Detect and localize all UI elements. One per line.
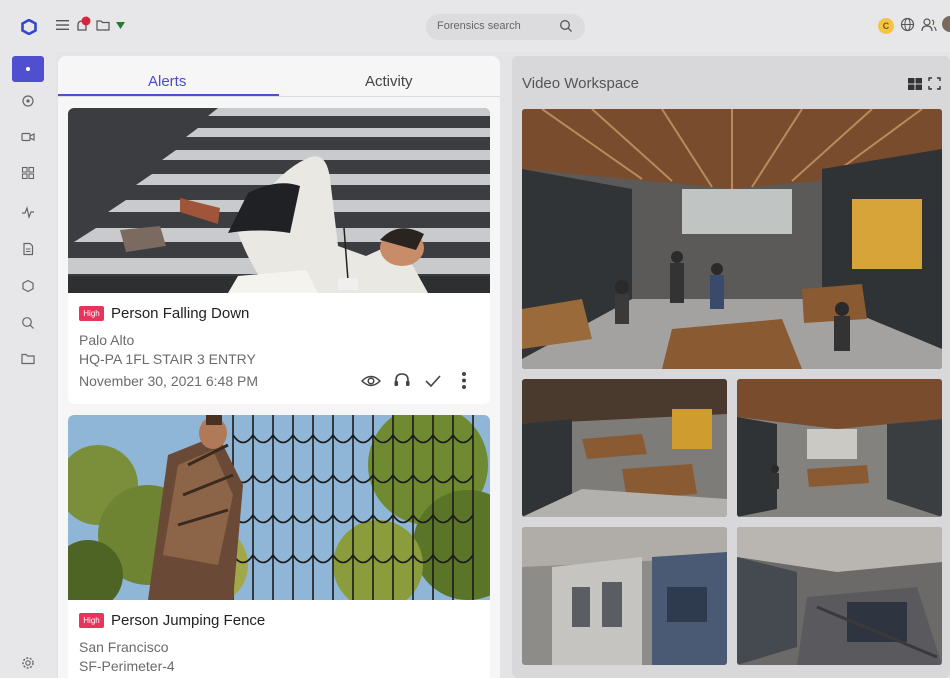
- left-sidebar: [0, 52, 56, 678]
- gear-icon[interactable]: [21, 656, 35, 670]
- top-bar: Forensics search C: [0, 0, 950, 52]
- activity-icon[interactable]: [21, 205, 35, 219]
- users-icon[interactable]: [921, 17, 937, 32]
- alert-camera: HQ-PA 1FL STAIR 3 ENTRY: [79, 351, 256, 367]
- alert-timestamp: November 30, 2021 6:48 PM: [79, 373, 258, 389]
- folder-icon[interactable]: [21, 352, 35, 366]
- camera-icon[interactable]: [21, 130, 35, 144]
- camera-feed-main[interactable]: [522, 109, 942, 369]
- tab-activity[interactable]: Activity: [365, 73, 413, 90]
- camera-feed-5[interactable]: [737, 527, 942, 665]
- org-badge[interactable]: C: [878, 18, 894, 34]
- avatar[interactable]: [942, 16, 950, 33]
- folder-icon[interactable]: [96, 19, 110, 31]
- search-icon[interactable]: [559, 19, 573, 33]
- workspace-title: Video Workspace: [522, 75, 640, 92]
- alert-title: Person Jumping Fence: [111, 612, 266, 629]
- hexagon-icon[interactable]: [21, 279, 35, 293]
- alert-title: Person Falling Down: [111, 305, 250, 322]
- headset-icon[interactable]: [393, 371, 411, 390]
- alerts-panel: Alerts Activity High Person Falling Down…: [58, 56, 500, 678]
- tab-divider: [58, 96, 500, 97]
- alert-thumbnail[interactable]: [68, 415, 490, 600]
- notifications-bell-icon[interactable]: [74, 16, 92, 34]
- camera-feed-2[interactable]: [522, 379, 727, 517]
- camera-feed-3[interactable]: [737, 379, 942, 517]
- active-tab-indicator: [58, 94, 279, 96]
- status-dropdown-icon[interactable]: [116, 22, 125, 29]
- alert-location: San Francisco: [79, 639, 169, 655]
- alert-card[interactable]: High Person Jumping Fence San Francisco …: [68, 415, 490, 678]
- camera-feed-4[interactable]: [522, 527, 727, 665]
- fullscreen-icon[interactable]: [928, 77, 941, 90]
- globe-icon[interactable]: [900, 17, 915, 32]
- report-icon[interactable]: [21, 242, 35, 256]
- dashboard-icon[interactable]: [21, 166, 35, 180]
- search-label: Forensics search: [437, 20, 521, 32]
- sidebar-item-home[interactable]: [12, 56, 44, 82]
- alert-thumbnail[interactable]: [68, 108, 490, 293]
- alert-card[interactable]: High Person Falling Down Palo Alto HQ-PA…: [68, 108, 490, 404]
- grid-layout-icon[interactable]: [908, 78, 922, 90]
- menu-icon[interactable]: [56, 19, 69, 31]
- tab-alerts[interactable]: Alerts: [148, 73, 186, 90]
- severity-badge: High: [79, 613, 104, 628]
- checkmark-icon[interactable]: [424, 373, 442, 389]
- forensics-search-bar[interactable]: Forensics search: [426, 14, 585, 40]
- more-vertical-icon[interactable]: [461, 371, 467, 390]
- app-logo-icon[interactable]: [21, 19, 37, 35]
- search-icon[interactable]: [21, 316, 35, 330]
- video-workspace-panel: Video Workspace: [512, 56, 950, 678]
- eye-icon[interactable]: [361, 372, 381, 390]
- home-icon: [26, 67, 30, 71]
- alert-camera: SF-Perimeter-4: [79, 658, 175, 674]
- location-icon[interactable]: [21, 94, 35, 108]
- severity-badge: High: [79, 306, 104, 321]
- alert-location: Palo Alto: [79, 332, 135, 348]
